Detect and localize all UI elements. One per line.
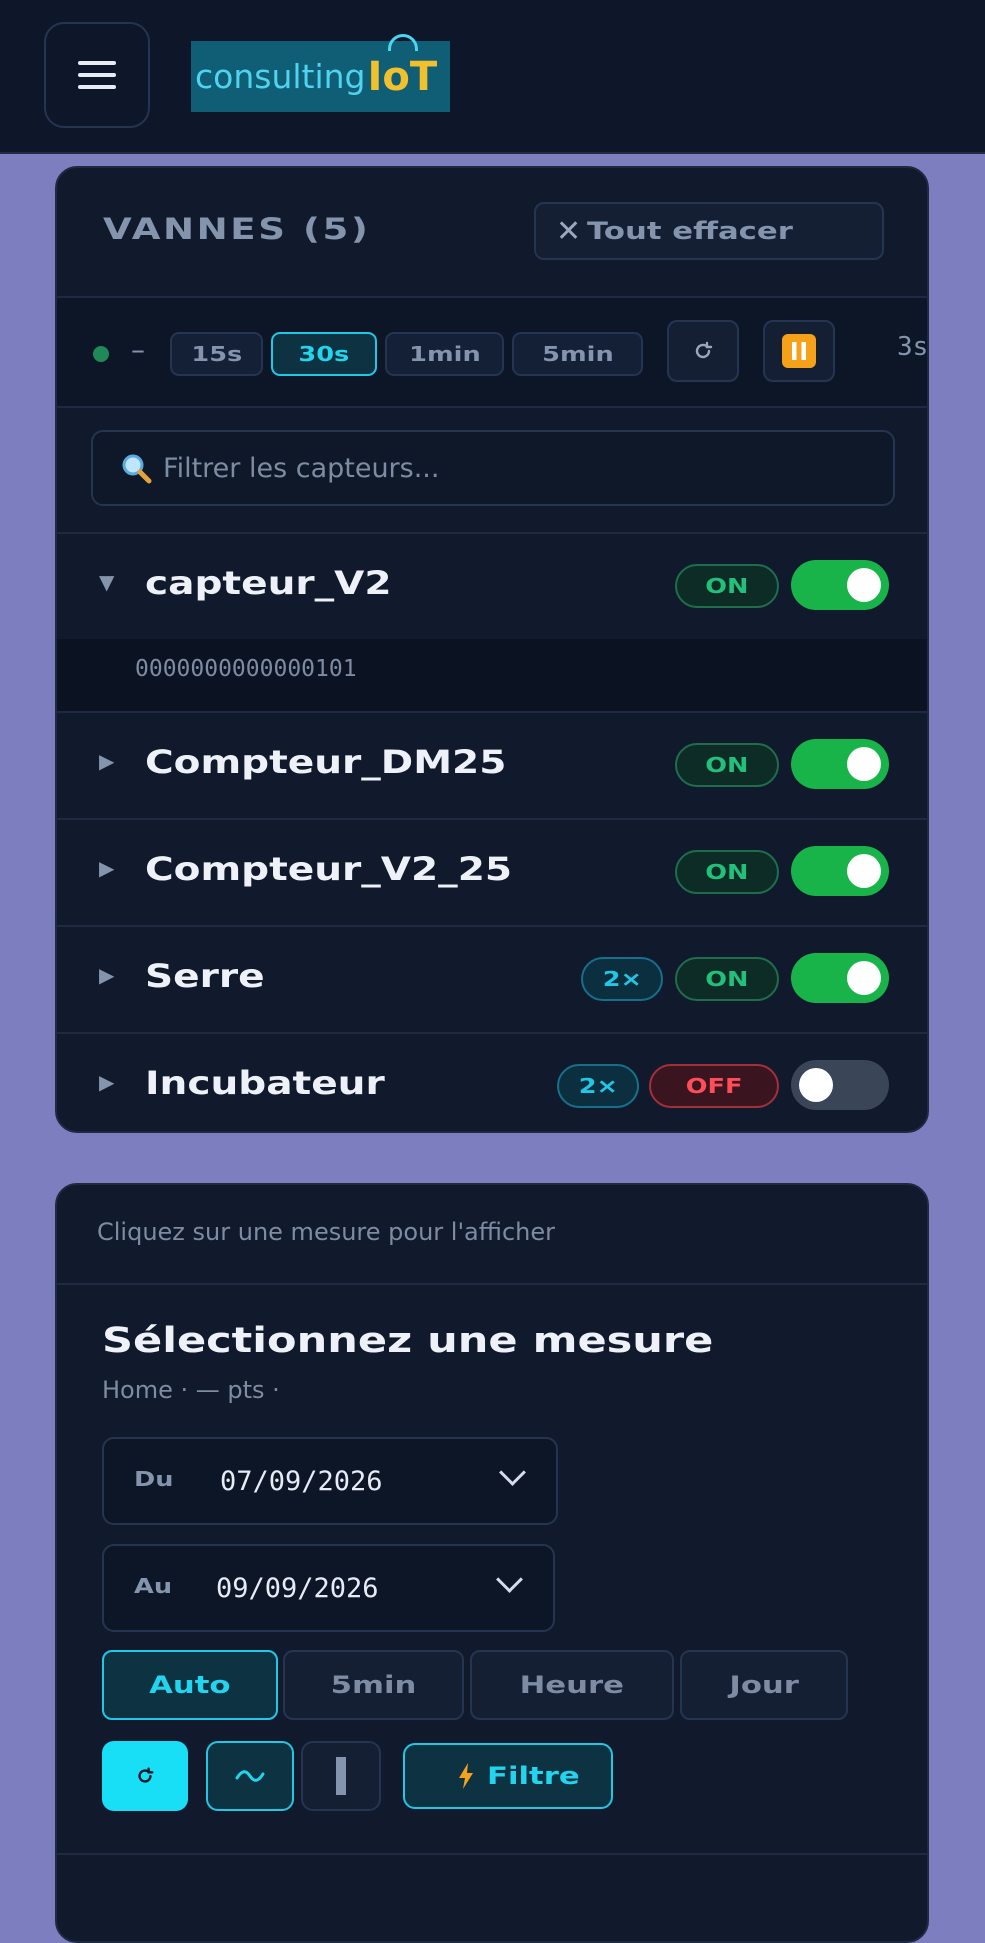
sensor-item: ▶ Compteur_V2_25 ON xyxy=(57,820,927,927)
pause-icon xyxy=(782,334,816,368)
bar-chart-button[interactable] xyxy=(301,1741,381,1811)
sensor-item: ▶ Incubateur 2× OFF xyxy=(57,1034,927,1131)
sensor-item: ▶ Serre 2× ON xyxy=(57,927,927,1034)
vannes-panel: VANNES (5) ✕ Tout effacer – 15s 30s 1min… xyxy=(55,166,929,1133)
consultingiot-logo[interactable]: consulting IoT xyxy=(191,33,450,112)
date-to-label: Au xyxy=(134,1574,173,1598)
aggregation-hour-button[interactable]: Heure xyxy=(470,1650,674,1720)
measure-title: Sélectionnez une mesure xyxy=(102,1321,714,1361)
multiplier-badge: 2× xyxy=(557,1064,639,1108)
refresh-icon xyxy=(695,341,713,359)
sensor-detail-id: 0000000000000101 xyxy=(57,639,927,711)
chevron-down-icon xyxy=(499,1459,526,1486)
sensor-row-capteur-v2[interactable]: ▼ capteur_V2 ON xyxy=(57,534,927,639)
vannes-header: VANNES (5) ✕ Tout effacer xyxy=(57,168,927,298)
chevron-down-icon xyxy=(496,1566,523,1593)
vannes-title: VANNES (5) xyxy=(103,212,371,246)
interval-15s-button[interactable]: 15s xyxy=(170,332,263,376)
divider xyxy=(57,1853,927,1855)
chevron-right-icon[interactable]: ▶ xyxy=(99,749,114,773)
lightning-icon xyxy=(458,1763,473,1789)
sensor-name: Compteur_V2_25 xyxy=(145,850,513,888)
pause-button[interactable] xyxy=(763,320,835,382)
sensor-row-incubateur[interactable]: ▶ Incubateur 2× OFF xyxy=(57,1034,927,1131)
refresh-bar: – 15s 30s 1min 5min 3s xyxy=(57,298,927,408)
interval-1min-button[interactable]: 1min xyxy=(385,332,504,376)
sensor-filter-box[interactable] xyxy=(91,430,895,506)
chevron-down-icon[interactable]: ▼ xyxy=(99,570,114,594)
menu-icon xyxy=(78,53,116,97)
sensor-row-compteur-v2-25[interactable]: ▶ Compteur_V2_25 ON xyxy=(57,820,927,925)
sensor-filter-row xyxy=(57,408,927,534)
last-update-text: – xyxy=(131,333,145,366)
line-chart-icon xyxy=(235,1770,265,1782)
sensor-toggle[interactable] xyxy=(791,560,889,610)
date-to-select[interactable]: Au 09/09/2026 xyxy=(102,1544,555,1632)
filter-button[interactable]: Filtre xyxy=(403,1743,613,1809)
status-badge: ON xyxy=(675,564,779,608)
sensor-name: Compteur_DM25 xyxy=(145,743,507,781)
status-dot xyxy=(93,346,109,362)
chevron-right-icon[interactable]: ▶ xyxy=(99,1070,114,1094)
sensor-name: Serre xyxy=(145,957,265,995)
reload-button[interactable] xyxy=(102,1741,188,1811)
sensor-item: ▼ capteur_V2 ON 0000000000000101 xyxy=(57,534,927,713)
aggregation-5min-button[interactable]: 5min xyxy=(283,1650,464,1720)
search-icon xyxy=(122,454,152,484)
sensor-toggle[interactable] xyxy=(791,1060,889,1110)
sensor-filter-input[interactable] xyxy=(161,451,845,485)
sensor-toggle[interactable] xyxy=(791,739,889,789)
date-from-label: Du xyxy=(134,1467,174,1491)
aggregation-day-button[interactable]: Jour xyxy=(680,1650,848,1720)
chevron-right-icon[interactable]: ▶ xyxy=(99,856,114,880)
multiplier-badge: 2× xyxy=(581,957,663,1001)
countdown-text: 3s xyxy=(897,332,929,362)
wifi-icon xyxy=(387,33,418,51)
status-badge: ON xyxy=(675,743,779,787)
sensor-row-compteur-dm25[interactable]: ▶ Compteur_DM25 ON xyxy=(57,713,927,818)
refresh-button[interactable] xyxy=(667,320,739,382)
status-badge: ON xyxy=(675,850,779,894)
top-bar: consulting IoT xyxy=(0,0,985,154)
measure-subtitle: Home · — pts · xyxy=(102,1376,280,1404)
date-from-value: 07/09/2026 xyxy=(220,1466,383,1497)
measure-hint: Cliquez sur une mesure pour l'afficher xyxy=(57,1185,927,1285)
sensor-name: capteur_V2 xyxy=(145,564,392,602)
sensor-toggle[interactable] xyxy=(791,953,889,1003)
aggregation-auto-button[interactable]: Auto xyxy=(102,1650,278,1720)
logo-text-iot: IoT xyxy=(368,33,437,100)
bar-chart-icon xyxy=(336,1757,346,1795)
refresh-icon xyxy=(138,1767,154,1783)
sensor-row-serre[interactable]: ▶ Serre 2× ON xyxy=(57,927,927,1032)
date-from-select[interactable]: Du 07/09/2026 xyxy=(102,1437,558,1525)
hamburger-menu-button[interactable] xyxy=(44,22,150,128)
sensor-toggle[interactable] xyxy=(791,846,889,896)
line-chart-button[interactable] xyxy=(206,1741,294,1811)
close-icon: ✕ xyxy=(556,213,582,249)
status-badge: ON xyxy=(675,957,779,1001)
filter-label: Filtre xyxy=(486,1762,580,1790)
date-to-value: 09/09/2026 xyxy=(216,1573,379,1604)
chevron-right-icon[interactable]: ▶ xyxy=(99,963,114,987)
status-badge: OFF xyxy=(649,1064,779,1108)
measure-panel: Cliquez sur une mesure pour l'afficher S… xyxy=(55,1183,929,1943)
interval-5min-button[interactable]: 5min xyxy=(512,332,643,376)
interval-30s-button[interactable]: 30s xyxy=(271,332,377,376)
clear-all-button[interactable]: ✕ Tout effacer xyxy=(534,202,884,260)
sensor-name: Incubateur xyxy=(145,1064,385,1102)
logo-text-consulting: consulting xyxy=(195,57,366,96)
sensor-item: ▶ Compteur_DM25 ON xyxy=(57,713,927,820)
